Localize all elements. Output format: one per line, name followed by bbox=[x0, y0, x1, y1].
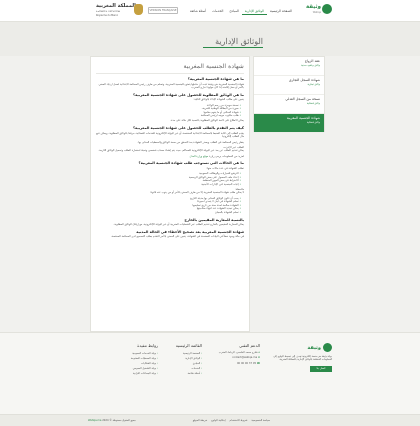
page-title: الوثائق الإدارية bbox=[215, 37, 263, 46]
sidebar-item-commercial-register[interactable]: شهادة السجل التجاري وثائق تجارية bbox=[254, 76, 324, 95]
paragraph: يمكن للمغاربة المقيمين بالخارج تقديم الط… bbox=[113, 223, 244, 227]
sitemap-link[interactable]: خريطة الموقع bbox=[193, 419, 208, 422]
footer-about-text: بوابة وثيقة هي منصة إلكترونية تهدف إلى ت… bbox=[273, 355, 332, 362]
sidebar-item-title: نسخة من السجل العدلي bbox=[285, 97, 320, 101]
sidebar-item-category: وثائق قضائية bbox=[306, 121, 320, 124]
list-item: طلب مكتوب موجه لرئيس المحكمة bbox=[96, 114, 241, 118]
paragraph: تطلب الشهادة في عدة حالات منها: bbox=[206, 166, 244, 170]
logo-mark-icon bbox=[323, 343, 332, 352]
copyright: جميع الحقوق محفوظة © 2024 Watiqa.ma bbox=[88, 419, 136, 422]
question-heading: كيف يتم التقدم بالطلب للحصول على شهادة ا… bbox=[132, 126, 244, 131]
sidebar-item-title: شهادة السجل التجاري bbox=[288, 78, 320, 82]
footer-about: وثيقة بوابة وثيقة هي منصة إلكترونية تهدف… bbox=[270, 343, 332, 372]
nav-faq[interactable]: أسئلة شائعة bbox=[187, 8, 209, 15]
question-heading: ما هي شهادة الجنسية المغربية؟ bbox=[187, 77, 244, 81]
footer-heading: الدعم التقني bbox=[239, 343, 260, 348]
sidebar-item-title: عقد الزواج bbox=[304, 59, 320, 63]
mail-icon: ✉ bbox=[257, 356, 260, 360]
kingdom-name-fr: Royaume du Maroc bbox=[96, 13, 119, 17]
question-heading: ما هي الحالات التي تستوجب طلب شهادة الجن… bbox=[138, 161, 244, 166]
footer-link[interactable]: بوابة الجماعات الترابية bbox=[112, 371, 158, 376]
terms-link[interactable]: شروط الاستخدام bbox=[229, 419, 247, 422]
kingdom-emblem: المملكة المغربية ⵜⴰⴳⵍⴷⵉⵜ ⵏ ⵍⵎⵖⵔⵉⴱ Royaum… bbox=[92, 3, 144, 19]
sidebar-item-category: وثائق قضائية bbox=[306, 102, 320, 105]
paragraph: لا يمكن طلب شهادة الجنسية المغربية إلا م… bbox=[149, 191, 244, 195]
paragraph: يمكن تقديم الطلب عن بعد عبر البوابة الإل… bbox=[98, 149, 244, 153]
footer-heading: القائمة الرئيسية bbox=[175, 343, 202, 348]
sidebar-item-category: وثائق وعقود مدنية bbox=[301, 64, 320, 67]
paragraph-with-link: لمزيد من المعلومات يرجى زيارة موقع وزارة… bbox=[96, 155, 244, 159]
paragraph: في حالة وجود خطأ في البيانات المضمنة في … bbox=[110, 235, 244, 239]
main-nav: الصفحة الرئيسية الوثائق الإدارية المبادئ… bbox=[187, 8, 295, 15]
nav-principles[interactable]: المبادئ bbox=[226, 8, 242, 15]
paragraph: شهادة الجنسية المغربية هي وثيقة تثبت أن … bbox=[98, 82, 244, 90]
article-content: شهادة الجنسية المغربية ما هي شهادة الجنس… bbox=[90, 56, 250, 332]
paragraph: يمكن الاطلاع على لائحة الوثائق المطلوبة … bbox=[170, 119, 244, 123]
hero-band bbox=[0, 22, 420, 56]
footer-main-menu: القائمة الرئيسية الصفحة الرئيسية الوثائق… bbox=[162, 343, 202, 376]
logo-text: وثيقة bbox=[305, 4, 321, 10]
question-heading: شهادة الجنسية المغربية بعد تصحيح الأخطاء… bbox=[136, 229, 244, 234]
sidebar-item-category: وثائق تجارية bbox=[307, 83, 320, 86]
footer-support: الدعم التقني ⌂ شارع محمد الخامس، الرباط،… bbox=[214, 343, 260, 367]
footer-phone[interactable]: ☎ 05 37 00 00 00 bbox=[214, 362, 260, 365]
sidebar-item-marriage[interactable]: عقد الزواج وثائق وعقود مدنية bbox=[254, 57, 324, 76]
ministry-link[interactable]: موقع وزارة العدل bbox=[189, 155, 208, 158]
cases-list: الترشح للمباريات والوظائف العمومية إعداد… bbox=[96, 172, 241, 186]
nav-home[interactable]: الصفحة الرئيسية bbox=[267, 8, 295, 15]
footer-address: ⌂ شارع محمد الخامس، الرباط، المغرب bbox=[218, 351, 260, 354]
bottom-bar: سياسة الخصوصية شروط الاستخدام إمكانية ال… bbox=[0, 414, 420, 426]
footer-heading: روابط مفيدة bbox=[137, 343, 158, 348]
list-item: تسلم الشهادة بالمجان bbox=[96, 211, 241, 215]
coat-of-arms-icon bbox=[134, 4, 143, 15]
question-heading: بالنسبة للمغاربة المقيمين بالخارج bbox=[184, 217, 244, 222]
sidebar-item-criminal-record[interactable]: نسخة من السجل العدلي وثائق قضائية bbox=[254, 95, 324, 114]
title-underline bbox=[203, 47, 263, 48]
question-heading: ما هي الوثائق المطلوبة للحصول على شهادة … bbox=[133, 92, 244, 97]
nav-services[interactable]: الخدمات bbox=[209, 8, 226, 15]
paragraph: يتعين على طالب الشهادة الإدلاء بالوثائق … bbox=[193, 98, 244, 102]
legal-links: سياسة الخصوصية شروط الاستخدام إمكانية ال… bbox=[193, 419, 270, 422]
footer-email[interactable]: ✉ contact@watiqa.ma bbox=[214, 356, 260, 359]
sidebar-item-title: شهادة الجنسية المغربية bbox=[286, 116, 320, 120]
footer-logo-text: وثيقة bbox=[307, 344, 321, 351]
paragraph: يقدم الطلب إلى كتابة الضبط بالمحكمة الاب… bbox=[96, 131, 244, 139]
list-item: إثبات الجنسية لدى الإدارات الأجنبية bbox=[96, 183, 241, 187]
logo-mark-icon bbox=[322, 4, 332, 14]
footer-useful-links: روابط مفيدة بوابة الخدمات العمومية بوابة… bbox=[112, 343, 158, 376]
logo-latin: Watiqa bbox=[312, 11, 321, 14]
paragraph: ينظر رئيس المحكمة في الطلب ويصدر الشهادة… bbox=[137, 140, 244, 144]
phone-icon: ☎ bbox=[256, 361, 260, 365]
accessibility-link[interactable]: إمكانية الولوج bbox=[211, 419, 225, 422]
language-switch[interactable]: VERSION FRANÇAISE bbox=[148, 7, 178, 14]
divider bbox=[96, 73, 244, 74]
site-logo[interactable]: وثيقة Watiqa bbox=[304, 4, 332, 18]
article-title: شهادة الجنسية المغربية bbox=[183, 63, 244, 70]
related-documents-sidebar: عقد الزواج وثائق وعقود مدنية شهادة السجل… bbox=[253, 56, 325, 133]
location-icon: ⌂ bbox=[257, 351, 260, 354]
link-lead: لمزيد من المعلومات يرجى زيارة bbox=[209, 154, 244, 158]
copyright-brand[interactable]: Watiqa.ma bbox=[88, 419, 101, 422]
footer-logo[interactable]: وثيقة bbox=[270, 343, 332, 352]
kingdom-name-ar: المملكة المغربية bbox=[96, 3, 136, 9]
nav-documents[interactable]: الوثائق الإدارية bbox=[241, 8, 267, 15]
header: وثيقة Watiqa الصفحة الرئيسية الوثائق الإ… bbox=[0, 0, 420, 22]
notes-list: يجب أن تكون الوثائق المدلى بها حديثة الت… bbox=[96, 197, 241, 215]
requirements-list: نسخة موجزة من رسم الولادة صورة من البطاق… bbox=[96, 104, 241, 118]
footer: وثيقة بوابة وثيقة هي منصة إلكترونية تهدف… bbox=[0, 332, 420, 414]
footer-link[interactable]: أسئلة شائعة bbox=[162, 371, 202, 376]
sidebar-item-nationality[interactable]: شهادة الجنسية المغربية وثائق قضائية bbox=[254, 114, 324, 133]
contact-button[interactable]: اتصل بنا bbox=[310, 365, 332, 372]
privacy-link[interactable]: سياسة الخصوصية bbox=[251, 419, 270, 422]
